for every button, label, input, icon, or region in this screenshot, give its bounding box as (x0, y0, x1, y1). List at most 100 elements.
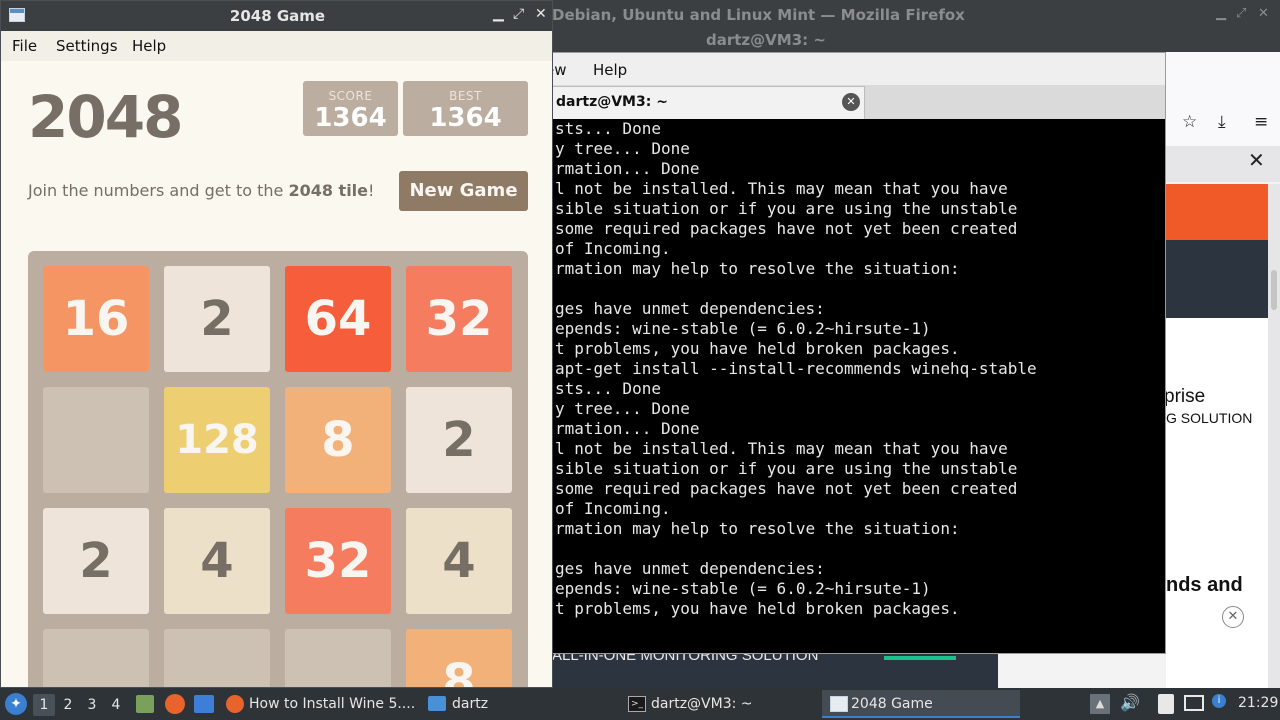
tile-2: 2 (164, 266, 270, 372)
tile-empty (164, 629, 270, 687)
page-scrollbar-thumb[interactable] (1271, 270, 1277, 310)
terminal-tab[interactable]: dartz@VM3: ~ ✕ (541, 86, 865, 119)
close-icon[interactable]: ✕ (535, 6, 547, 22)
info-icon[interactable]: i (1212, 694, 1226, 708)
folder-icon (428, 696, 446, 711)
bookmark-star-icon[interactable]: ☆ (1182, 112, 1197, 132)
tile-4: 4 (164, 508, 270, 614)
minimize-icon[interactable]: ▁ (493, 6, 504, 22)
score-label: SCORE (328, 89, 373, 103)
terminal-line: l not be installed. This may mean that y… (555, 179, 1008, 198)
close-bar-icon[interactable]: ✕ (1248, 148, 1265, 172)
terminal-line: of Incoming. (555, 499, 671, 518)
tile-8: 8 (406, 629, 512, 687)
workspace-3[interactable]: 3 (81, 694, 103, 716)
firefox-titlebar[interactable]: Debian, Ubuntu and Linux Mint — Mozilla … (540, 0, 1280, 52)
terminal-lines: sts... Done y tree... Done rmation... Done… (555, 119, 1037, 619)
task-2048-active[interactable]: 2048 Game (822, 690, 1020, 718)
tile-64: 64 (285, 266, 391, 372)
terminal-line: rmation... Done (555, 419, 700, 438)
workspace-2[interactable]: 2 (57, 694, 79, 716)
terminal-line: y tree... Done (555, 139, 690, 158)
maximize-icon[interactable]: ⤢ (1236, 6, 1246, 21)
task-folder[interactable]: dartz (420, 690, 610, 718)
new-game-button[interactable]: New Game (399, 171, 528, 211)
maximize-icon[interactable]: ⤢ (513, 6, 524, 22)
tile-32: 32 (406, 266, 512, 372)
task-firefox[interactable]: How to Install Wine 5.... (220, 690, 416, 718)
terminal-line: epends: wine-stable (= 6.0.2~hirsute-1) (555, 579, 931, 598)
menu-file[interactable]: File (12, 37, 37, 55)
volume-icon[interactable]: 🔊 (1120, 693, 1140, 712)
clipboard-icon[interactable] (1158, 694, 1174, 714)
terminal-output[interactable]: sts... Done y tree... Done rmation... Done… (541, 119, 1165, 653)
close-icon[interactable]: ✕ (1258, 6, 1269, 21)
terminal-menubar: ew Help (541, 53, 1165, 85)
workspace-4[interactable]: 4 (105, 694, 127, 716)
task-terminal[interactable]: >_ dartz@VM3: ~ (620, 690, 816, 718)
tile-16: 16 (43, 266, 149, 372)
minimize-icon[interactable]: ▁ (1216, 6, 1226, 21)
terminal-menu-help[interactable]: Help (593, 61, 627, 79)
taskbar: ✦ 1 2 3 4 How to Install Wine 5.... dart… (0, 688, 1280, 720)
tile-empty (43, 387, 149, 493)
firefox-title: Debian, Ubuntu and Linux Mint — Mozilla … (552, 6, 965, 24)
task-label: How to Install Wine 5.... (249, 696, 416, 712)
start-menu-icon[interactable]: ✦ (5, 693, 27, 715)
firefox-icon (226, 695, 244, 713)
terminal-line: t problems, you have held broken package… (555, 339, 960, 358)
tile-128: 128 (164, 387, 270, 493)
clock[interactable]: 21:29 (1238, 695, 1278, 711)
tile-4: 4 (406, 508, 512, 614)
score-box: SCORE 1364 (303, 81, 398, 136)
terminal-line: epends: wine-stable (= 6.0.2~hirsute-1) (555, 319, 931, 338)
page-heading-text: nds and (1166, 574, 1243, 596)
window-icon (830, 696, 848, 712)
tile-2: 2 (43, 508, 149, 614)
best-label: BEST (449, 89, 482, 103)
page-ad-subtext: G SOLUTION (1166, 410, 1253, 426)
tray-arrow-icon[interactable]: ▲ (1090, 694, 1110, 714)
terminal-icon: >_ (628, 696, 646, 712)
tile-32: 32 (285, 508, 391, 614)
hamburger-menu-icon[interactable]: ≡ (1254, 112, 1268, 132)
firefox-subtitle: dartz@VM3: ~ (706, 31, 826, 49)
terminal-line: ges have unmet dependencies: (555, 559, 825, 578)
terminal-line: some required packages have not yet been… (555, 479, 1018, 498)
task-label: 2048 Game (851, 696, 933, 712)
terminal-line: sts... Done (555, 379, 661, 398)
file-manager-launcher-icon[interactable] (136, 695, 154, 713)
task-label: dartz@VM3: ~ (651, 696, 753, 712)
terminal-line: rmation may help to resolve the situatio… (555, 519, 960, 538)
download-icon[interactable]: ⤓ (1218, 112, 1226, 132)
terminal-tabbar: dartz@VM3: ~ ✕ (541, 85, 1165, 119)
terminal-tab-label: dartz@VM3: ~ (556, 94, 668, 110)
game-titlebar[interactable]: 2048 Game ▁ ⤢ ✕ (1, 1, 552, 31)
intro-prefix: Join the numbers and get to the (28, 181, 289, 200)
firefox-launcher-icon[interactable] (165, 694, 185, 714)
close-ad-icon[interactable]: ✕ (1222, 606, 1244, 628)
terminal-line: some required packages have not yet been… (555, 219, 1018, 238)
menu-settings[interactable]: Settings (56, 37, 118, 55)
display-icon[interactable] (1184, 695, 1204, 711)
terminal-line: t problems, you have held broken package… (555, 599, 960, 618)
intro-suffix: ! (368, 181, 375, 200)
terminal-line: sible situation or if you are using the … (555, 199, 1018, 218)
terminal-line: ges have unmet dependencies: (555, 299, 825, 318)
menu-help[interactable]: Help (132, 37, 166, 55)
desktop-launcher-icon[interactable] (194, 695, 214, 713)
tile-2: 2 (406, 387, 512, 493)
terminal-line: rmation may help to resolve the situatio… (555, 259, 960, 278)
tab-close-icon[interactable]: ✕ (842, 93, 860, 111)
page-scrollbar[interactable] (1268, 184, 1280, 688)
intro-bold: 2048 tile (288, 181, 369, 200)
game-heading: 2048 (28, 83, 183, 151)
terminal-line: y tree... Done (555, 399, 690, 418)
terminal-line: rmation... Done (555, 159, 700, 178)
workspace-1[interactable]: 1 (33, 694, 55, 716)
page-header-orange (1166, 184, 1268, 240)
terminal-line: sible situation or if you are using the … (555, 459, 1018, 478)
game-board[interactable]: 16 2 64 32 128 8 2 2 4 32 4 8 (28, 251, 528, 687)
